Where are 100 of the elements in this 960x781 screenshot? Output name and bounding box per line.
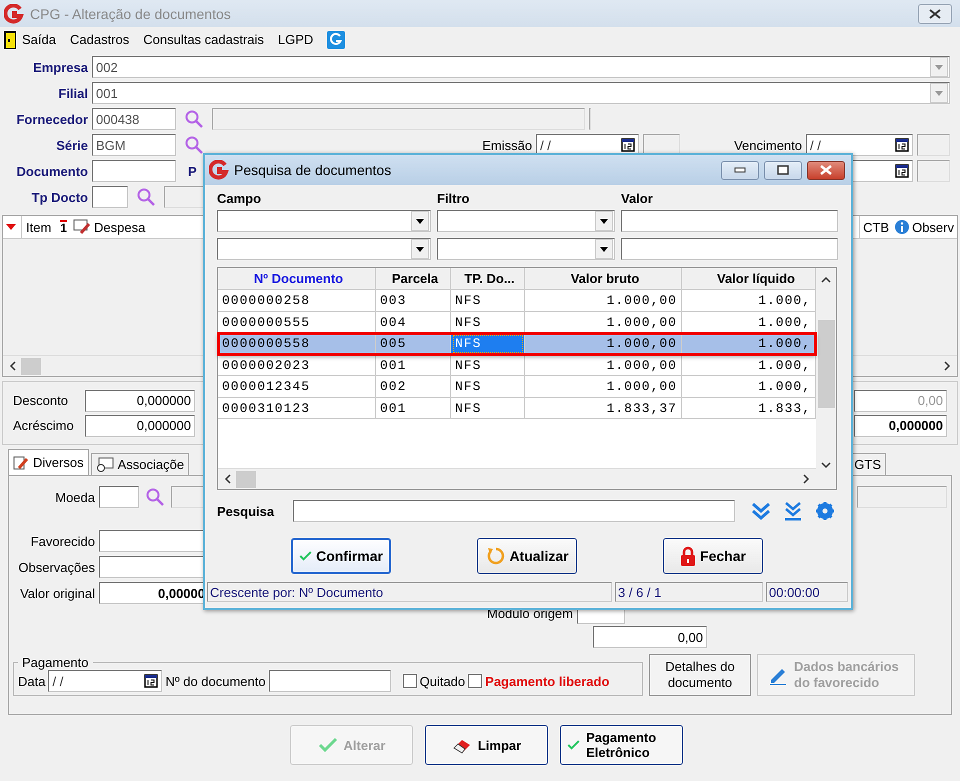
input-field[interactable]	[268, 670, 391, 692]
scroll-right-icon[interactable]	[802, 474, 810, 484]
dialog-button[interactable]: Atualizar	[477, 538, 577, 574]
scroll-thumb[interactable]	[21, 358, 41, 374]
table-cell: 1.000,	[682, 333, 816, 354]
caret-icon	[416, 246, 424, 252]
table-cell: 0000310123	[218, 398, 376, 419]
column-header[interactable]: Observ	[910, 216, 957, 238]
table-cell: 0000000258	[218, 290, 376, 312]
tab[interactable]: Associaçõe	[90, 453, 190, 475]
company-dropdown[interactable]: 002	[92, 56, 950, 78]
input-field[interactable]: BGM	[92, 134, 176, 156]
date-field[interactable]: / /	[48, 670, 162, 692]
filter-dropdown[interactable]	[437, 210, 615, 232]
minimize-button[interactable]	[721, 160, 759, 180]
field-dropdown[interactable]	[217, 238, 431, 260]
input-field[interactable]	[99, 486, 139, 508]
column-header[interactable]: TP. Do...	[451, 268, 525, 290]
scroll-down-icon[interactable]	[821, 461, 831, 469]
settings-icon[interactable]	[815, 501, 835, 521]
logo-icon	[209, 160, 229, 180]
window-title: CPG - Alteração de documentos	[30, 6, 231, 22]
column-header[interactable]: CTB	[859, 216, 892, 238]
group-title: Pagamento	[21, 655, 90, 670]
filter-dropdown[interactable]	[437, 238, 615, 260]
search-label: Pesquisa	[217, 504, 276, 518]
table-row[interactable]: 0000310123 001 NFS 1.833,37 1.833,	[218, 398, 816, 419]
action-button[interactable]: Detalhes do documento	[649, 654, 751, 696]
table-row[interactable]: 0000000558 005 NFS 1.000,00 1.000,	[218, 333, 816, 354]
scroll-right-icon[interactable]	[943, 361, 951, 371]
search-icon[interactable]	[145, 487, 165, 507]
menu-item[interactable]: LGPD	[278, 32, 322, 47]
table-cell: NFS	[451, 333, 525, 354]
double-chevron-icon[interactable]	[751, 502, 771, 520]
field-dropdown[interactable]	[217, 210, 431, 232]
column-header[interactable]: Parcela	[376, 268, 451, 290]
column-header[interactable]: Valor bruto	[525, 268, 682, 290]
input-field[interactable]: 000438	[92, 108, 176, 130]
value-field[interactable]	[621, 210, 838, 232]
table-cell: 0000002023	[218, 354, 376, 376]
field-label: P	[188, 164, 197, 178]
branch-dropdown[interactable]: 001	[92, 82, 950, 104]
column-header[interactable]: Item	[22, 216, 54, 238]
value-field[interactable]	[621, 238, 838, 260]
date-field[interactable]: / /	[806, 134, 913, 156]
total-field[interactable]: 0,000000	[854, 414, 947, 436]
calendar-icon[interactable]	[621, 138, 636, 152]
caret-icon	[416, 218, 424, 224]
logo-icon	[4, 4, 24, 24]
dialog-button[interactable]: Fechar	[663, 538, 763, 574]
table-cell: NFS	[451, 398, 525, 419]
calendar-icon[interactable]	[895, 138, 909, 152]
dropdown-button[interactable]	[595, 239, 613, 259]
search-icon[interactable]	[136, 187, 156, 207]
tab[interactable]: Diversos	[8, 449, 89, 475]
input-field[interactable]: 0,00	[593, 626, 707, 648]
calendar-icon[interactable]	[895, 164, 909, 178]
menu-item[interactable]: Saída	[22, 32, 64, 47]
input-field[interactable]	[92, 186, 128, 208]
magnifier-icon	[96, 456, 114, 472]
column-header[interactable]	[3, 216, 22, 238]
calendar-icon[interactable]	[144, 674, 158, 688]
action-button[interactable]: Pagamento Eletrônico	[560, 725, 683, 765]
input-field[interactable]: 0,000000	[85, 414, 195, 436]
menu-item[interactable]: Cadastros	[70, 32, 138, 47]
checkbox[interactable]	[468, 674, 482, 688]
column-header[interactable]: Valor líquido	[682, 268, 816, 290]
dropdown-button[interactable]	[411, 239, 429, 259]
search-icon[interactable]	[184, 135, 204, 155]
scroll-left-icon[interactable]	[9, 361, 17, 371]
column-header[interactable]: Despesa	[90, 216, 148, 238]
action-button[interactable]: Limpar	[425, 725, 548, 765]
field-label: Documento	[16, 164, 88, 178]
checkbox[interactable]	[402, 674, 417, 688]
search-icon[interactable]	[184, 109, 204, 129]
sort-rank: 1	[60, 220, 67, 234]
menu-item[interactable]: Consultas cadastrais	[143, 32, 272, 47]
table-row[interactable]: 0000002023 001 NFS 1.000,00 1.000,	[218, 354, 816, 376]
search-field[interactable]	[293, 500, 735, 522]
chevron-bottom-icon[interactable]	[783, 501, 803, 521]
table-row[interactable]: 0000012345 002 NFS 1.000,00 1.000,	[218, 376, 816, 398]
table-row[interactable]: 0000000258 003 NFS 1.000,00 1.000,	[218, 290, 816, 312]
input-field[interactable]: 0,000000	[85, 390, 195, 412]
table-cell: 1.000,00	[525, 290, 682, 312]
maximize-button[interactable]	[764, 160, 802, 180]
scroll-up-icon[interactable]	[821, 276, 831, 284]
dialog-button[interactable]: Confirmar	[291, 538, 391, 574]
column-header[interactable]: Nº Documento	[218, 268, 376, 290]
dropdown-button[interactable]	[595, 211, 613, 231]
close-icon	[819, 165, 833, 175]
input-field[interactable]	[92, 160, 176, 182]
table-cell: 002	[376, 376, 451, 398]
app-icon[interactable]	[327, 30, 346, 48]
scroll-thumb[interactable]	[818, 320, 834, 408]
field-label: Filial	[57, 86, 88, 100]
close-button[interactable]	[807, 160, 845, 180]
close-button[interactable]	[918, 4, 952, 24]
dropdown-button[interactable]	[411, 211, 429, 231]
scroll-thumb[interactable]	[236, 470, 256, 488]
scroll-left-icon[interactable]	[224, 474, 232, 484]
